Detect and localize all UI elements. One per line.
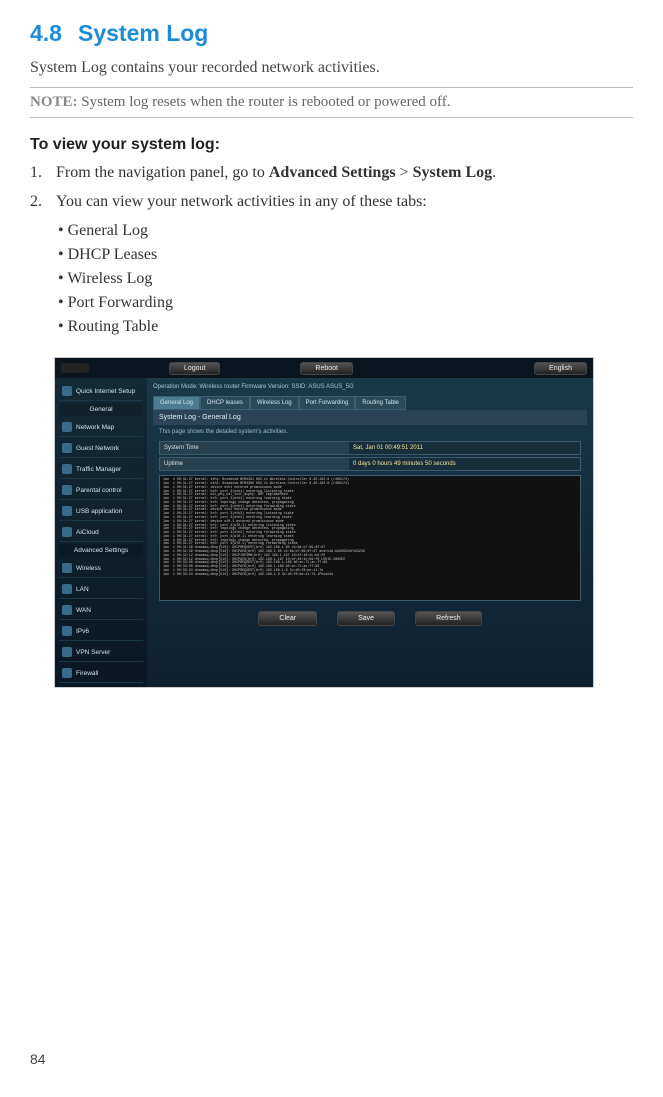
tab-item-dhcp-leases: DHCP Leases <box>58 243 633 267</box>
tab-item-port-forwarding: Port Forwarding <box>58 291 633 315</box>
tab-item-wireless-log: Wireless Log <box>58 267 633 291</box>
sidebar-item-vpn-server[interactable]: VPN Server <box>59 643 143 662</box>
router-tabs: General Log DHCP leases Wireless Log Por… <box>153 396 587 410</box>
refresh-button[interactable]: Refresh <box>415 611 482 626</box>
operation-mode-row: Operation Mode: Wireless router Firmware… <box>153 382 587 392</box>
step-1-num: 1. <box>30 162 48 184</box>
sidebar-item-wan[interactable]: WAN <box>59 601 143 620</box>
section-title: System Log <box>78 20 208 47</box>
sidebar-qis[interactable]: Quick Internet Setup <box>59 382 143 401</box>
section-header: 4.8 System Log <box>30 20 633 47</box>
panel-title: System Log - General Log <box>153 410 587 425</box>
sidebar-item-parental-control[interactable]: Parental control <box>59 481 143 500</box>
asus-logo <box>61 363 89 373</box>
sidebar-item-label: AiCloud <box>76 529 99 536</box>
qis-icon <box>62 386 72 396</box>
panel-subtitle: This page shows the detailed system's ac… <box>153 425 587 439</box>
logout-button[interactable]: Logout <box>169 362 220 375</box>
note-text: System log resets when the router is reb… <box>78 94 451 110</box>
log-output[interactable]: Jan 1 00:31:27 kernel: eth1: Broadcom BC… <box>159 475 581 601</box>
steps-list: 1. From the navigation panel, go to Adva… <box>30 162 633 213</box>
system-time-label: System Time <box>160 442 349 454</box>
router-screenshot: Logout Reboot English Quick Internet Set… <box>54 357 594 688</box>
sidebar-item-lan[interactable]: LAN <box>59 580 143 599</box>
guest-network-icon <box>62 443 72 453</box>
step-2-text: You can view your network activities in … <box>56 191 427 213</box>
note-label: NOTE: <box>30 94 78 110</box>
sidebar-item-wireless[interactable]: Wireless <box>59 559 143 578</box>
sidebar-item-label: USB application <box>76 508 122 515</box>
sidebar-item-aicloud[interactable]: AiCloud <box>59 523 143 542</box>
howto-heading: To view your system log: <box>30 136 633 154</box>
sidebar-item-label: Parental control <box>76 487 122 494</box>
step-2-num: 2. <box>30 191 48 213</box>
save-button[interactable]: Save <box>337 611 395 626</box>
ipv6-icon <box>62 626 72 636</box>
step-1: 1. From the navigation panel, go to Adva… <box>30 162 633 184</box>
uptime-label: Uptime <box>160 458 349 470</box>
step-1-bold1: Advanced Settings <box>269 164 396 181</box>
sidebar-item-firewall[interactable]: Firewall <box>59 664 143 683</box>
tab-routing-table[interactable]: Routing Table <box>355 396 406 410</box>
sidebar-item-label: VPN Server <box>76 649 110 656</box>
system-time-value: Sat, Jan 01 00:49:51 2011 <box>349 442 580 454</box>
tab-port-forwarding[interactable]: Port Forwarding <box>299 396 356 410</box>
vpn-icon <box>62 647 72 657</box>
step-1-pre: From the navigation panel, go to <box>56 164 269 181</box>
traffic-manager-icon <box>62 464 72 474</box>
sidebar-qis-label: Quick Internet Setup <box>76 388 135 395</box>
uptime-value: 0 days 0 hours 49 minutes 50 seconds <box>349 458 580 470</box>
router-sidebar: Quick Internet Setup General Network Map… <box>55 378 147 687</box>
system-time-row: System Time Sat, Jan 01 00:49:51 2011 <box>159 441 581 455</box>
wireless-icon <box>62 563 72 573</box>
sidebar-item-label: Network Map <box>76 424 114 431</box>
section-number: 4.8 <box>30 20 62 47</box>
wan-icon <box>62 605 72 615</box>
network-map-icon <box>62 422 72 432</box>
clear-button[interactable]: Clear <box>258 611 317 626</box>
step-1-post: . <box>492 164 496 181</box>
tabs-list: General Log DHCP Leases Wireless Log Por… <box>30 219 633 339</box>
uptime-row: Uptime 0 days 0 hours 49 minutes 50 seco… <box>159 457 581 471</box>
usb-icon <box>62 506 72 516</box>
step-1-sep: > <box>396 164 413 181</box>
tab-wireless-log[interactable]: Wireless Log <box>250 396 299 410</box>
sidebar-advanced-label: Advanced Settings <box>59 544 143 557</box>
sidebar-item-label: IPv6 <box>76 628 89 635</box>
sidebar-item-label: Traffic Manager <box>76 466 121 473</box>
language-select[interactable]: English <box>534 362 587 375</box>
step-2: 2. You can view your network activities … <box>30 191 633 213</box>
reboot-button[interactable]: Reboot <box>300 362 353 375</box>
page-number: 84 <box>30 1051 46 1067</box>
router-topbar: Logout Reboot English <box>55 358 593 378</box>
intro-text: System Log contains your recorded networ… <box>30 57 633 79</box>
sidebar-item-guest-network[interactable]: Guest Network <box>59 439 143 458</box>
note-box: NOTE: System log resets when the router … <box>30 87 633 118</box>
sidebar-general-label: General <box>59 403 143 416</box>
step-1-body: From the navigation panel, go to Advance… <box>56 162 496 184</box>
step-1-bold2: System Log <box>413 164 493 181</box>
lan-icon <box>62 584 72 594</box>
aicloud-icon <box>62 527 72 537</box>
sidebar-item-label: LAN <box>76 586 89 593</box>
tab-item-general-log: General Log <box>58 219 633 243</box>
button-row: Clear Save Refresh <box>153 605 587 636</box>
sidebar-item-ipv6[interactable]: IPv6 <box>59 622 143 641</box>
tab-general-log[interactable]: General Log <box>153 396 200 410</box>
sidebar-item-label: Guest Network <box>76 445 119 452</box>
sidebar-item-label: Firewall <box>76 670 98 677</box>
parental-control-icon <box>62 485 72 495</box>
tab-item-routing-table: Routing Table <box>58 315 633 339</box>
sidebar-item-label: WAN <box>76 607 91 614</box>
sidebar-item-label: Wireless <box>76 565 101 572</box>
sidebar-item-traffic-manager[interactable]: Traffic Manager <box>59 460 143 479</box>
tab-dhcp-leases[interactable]: DHCP leases <box>200 396 250 410</box>
router-main: Operation Mode: Wireless router Firmware… <box>147 378 593 687</box>
firewall-icon <box>62 668 72 678</box>
sidebar-item-network-map[interactable]: Network Map <box>59 418 143 437</box>
sidebar-item-usb-application[interactable]: USB application <box>59 502 143 521</box>
